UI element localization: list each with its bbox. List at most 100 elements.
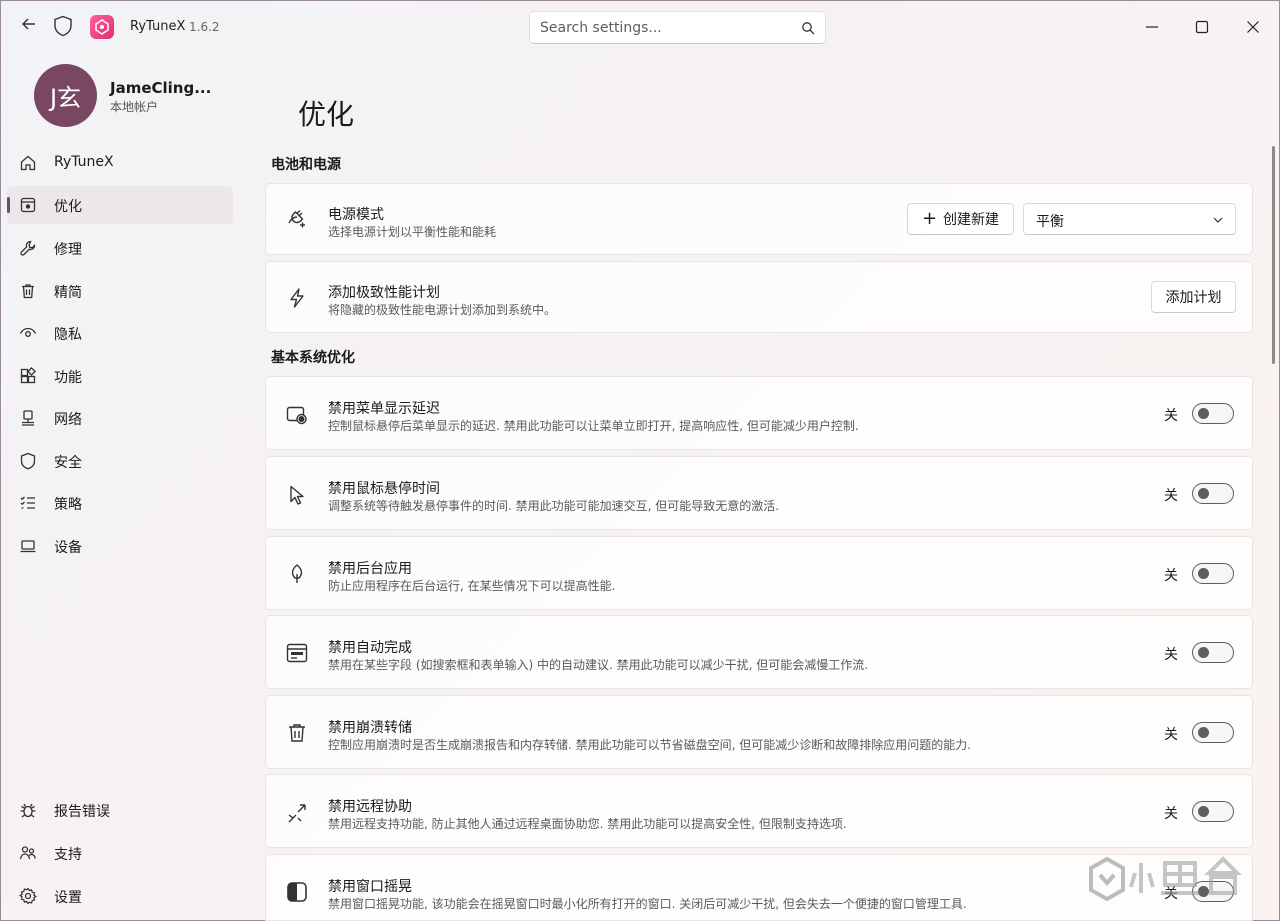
- scrollbar[interactable]: [1272, 146, 1275, 364]
- sidebar-item-label: 安全: [54, 455, 82, 471]
- sidebar-item-rytunex[interactable]: RyTuneX: [7, 144, 233, 182]
- toggle-switch[interactable]: [1192, 563, 1234, 584]
- minimize-icon[interactable]: [1138, 13, 1166, 41]
- leaf-icon: [291, 564, 303, 583]
- trash-icon: [22, 284, 34, 299]
- card-description: 控制应用崩溃时是否生成崩溃报告和内存转储. 禁用此功能可以节省磁盘空间, 但可能…: [328, 738, 972, 752]
- power-plug-icon: [288, 210, 305, 228]
- sidebar-item-report-bug[interactable]: 报告错误: [7, 791, 233, 829]
- sidebar-item-label: 设置: [54, 890, 82, 906]
- sidebar-item-settings[interactable]: 设置: [7, 877, 233, 915]
- toggle-knob: [1198, 727, 1209, 738]
- network-icon: [22, 410, 34, 426]
- sidebar-item-label: 报告错误: [54, 804, 110, 820]
- search-icon[interactable]: [801, 21, 815, 35]
- sidebar-item-label: 隐私: [54, 327, 82, 343]
- toggle-card-background-apps: 禁用后台应用 防止应用程序在后台运行, 在某些情况下可以提高性能. 关: [265, 536, 1253, 610]
- sidebar-item-label: RyTuneX: [54, 154, 114, 170]
- sidebar-item-device[interactable]: 设备: [7, 527, 233, 565]
- card-description: 禁用在某些字段 (如搜索框和表单输入) 中的自动建议. 禁用此功能可以减少干扰,…: [328, 658, 869, 672]
- wrench-icon: [20, 240, 36, 256]
- home-icon: [20, 155, 36, 171]
- shield-icon: [20, 452, 36, 470]
- card-title: 电源模式: [328, 207, 384, 223]
- apps-icon: [20, 367, 36, 384]
- menu-clock-icon: [286, 406, 307, 425]
- sidebar-item-support[interactable]: 支持: [7, 834, 233, 872]
- shield-icon[interactable]: [53, 15, 75, 39]
- app-name: RyTuneX: [130, 19, 186, 34]
- card-title: 禁用后台应用: [328, 561, 412, 577]
- watermark-logo-icon: [1089, 856, 1242, 902]
- toggle-card-hover-time: 禁用鼠标悬停时间 调整系统等待触发悬停事件的时间. 禁用此功能可能加速交互, 但…: [265, 456, 1253, 530]
- card-description: 选择电源计划以平衡性能和能耗: [328, 225, 497, 239]
- maximize-icon[interactable]: [1188, 13, 1216, 41]
- sidebar-item-label: 网络: [54, 412, 82, 428]
- account-type: 本地帐户: [110, 100, 159, 114]
- title-bar: RyTuneX 1.6.2: [1, 1, 1279, 53]
- sidebar: J玄 JameCling... 本地帐户 RyTuneX 优化 修理 精简 隐私…: [1, 53, 241, 921]
- toggle-switch[interactable]: [1192, 642, 1234, 663]
- power-plan-select[interactable]: 平衡: [1023, 203, 1236, 235]
- sidebar-item-network[interactable]: 网络: [7, 399, 233, 437]
- toggle-knob: [1198, 806, 1209, 817]
- power-mode-card: 电源模式 选择电源计划以平衡性能和能耗 + 创建新建 平衡: [265, 183, 1253, 255]
- ultimate-plan-card: 添加极致性能计划 将隐藏的极致性能电源计划添加到系统中。 添加计划: [265, 261, 1253, 333]
- back-arrow-icon[interactable]: [17, 15, 41, 39]
- sidebar-item-repair[interactable]: 修理: [7, 229, 233, 267]
- sidebar-item-policies[interactable]: 策略: [7, 484, 233, 522]
- sidebar-item-label: 优化: [54, 199, 82, 215]
- toggle-state-label: 关: [1164, 408, 1178, 424]
- list-icon: [20, 496, 35, 509]
- toggle-card-crash-dump: 禁用崩溃转储 控制应用崩溃时是否生成崩溃报告和内存转储. 禁用此功能可以节省磁盘…: [265, 695, 1253, 769]
- sidebar-item-privacy[interactable]: 隐私: [7, 314, 233, 352]
- search-input[interactable]: [540, 18, 790, 38]
- laptop-icon: [20, 540, 36, 553]
- sidebar-item-label: 精简: [54, 285, 82, 301]
- create-new-button[interactable]: + 创建新建: [907, 203, 1014, 235]
- card-description: 禁用窗口摇晃功能, 该功能会在摇晃窗口时最小化所有打开的窗口. 关闭后可减少干扰…: [328, 897, 967, 911]
- optimize-icon: [20, 197, 36, 213]
- user-name: JameCling...: [110, 79, 212, 97]
- sidebar-item-debloat[interactable]: 精简: [7, 272, 233, 310]
- plus-icon: +: [921, 208, 938, 229]
- toggle-card-autocomplete: 禁用自动完成 禁用在某些字段 (如搜索框和表单输入) 中的自动建议. 禁用此功能…: [265, 615, 1253, 689]
- toggle-switch[interactable]: [1192, 801, 1234, 822]
- card-description: 防止应用程序在后台运行, 在某些情况下可以提高性能.: [328, 579, 616, 593]
- toggle-state-label: 关: [1164, 806, 1178, 822]
- sidebar-item-label: 修理: [54, 242, 82, 258]
- chevron-down-icon: [1213, 217, 1223, 223]
- page-title: 优化: [298, 98, 355, 131]
- sidebar-item-label: 功能: [54, 370, 82, 386]
- card-title: 禁用窗口摇晃: [328, 879, 412, 895]
- people-icon: [19, 846, 36, 860]
- card-title: 添加极致性能计划: [328, 285, 440, 301]
- section-title-battery-power: 电池和电源: [271, 157, 341, 173]
- toggle-switch[interactable]: [1192, 403, 1234, 424]
- toggle-knob: [1198, 488, 1209, 499]
- card-description: 禁用远程支持功能, 防止其他人通过远程桌面协助您. 禁用此功能可以提高安全性, …: [328, 817, 847, 831]
- sidebar-item-optimize[interactable]: 优化: [7, 186, 233, 224]
- toggle-state-label: 关: [1164, 568, 1178, 584]
- sidebar-item-label: 设备: [54, 540, 82, 556]
- bug-icon: [20, 803, 36, 818]
- card-description: 将隐藏的极致性能电源计划添加到系统中。: [328, 303, 557, 317]
- sidebar-item-label: 策略: [54, 497, 82, 513]
- section-title-basic-optimization: 基本系统优化: [271, 350, 355, 366]
- toggle-card-remote-assist: 禁用远程协助 禁用远程支持功能, 防止其他人通过远程桌面协助您. 禁用此功能可以…: [265, 774, 1253, 848]
- eye-icon: [19, 327, 37, 337]
- sidebar-item-security[interactable]: 安全: [7, 442, 233, 480]
- close-icon[interactable]: [1239, 13, 1267, 41]
- toggle-knob: [1198, 408, 1209, 419]
- add-plan-button[interactable]: 添加计划: [1151, 281, 1236, 313]
- toggle-switch[interactable]: [1192, 722, 1234, 743]
- sidebar-item-features[interactable]: 功能: [7, 357, 233, 395]
- search-box[interactable]: [529, 11, 826, 44]
- form-icon: [286, 643, 308, 663]
- toggle-switch[interactable]: [1192, 483, 1234, 504]
- toggle-state-label: 关: [1164, 727, 1178, 743]
- sidebar-item-label: 支持: [54, 847, 82, 863]
- avatar[interactable]: J玄: [34, 64, 97, 127]
- toggle-card-menu-delay: 禁用菜单显示延迟 控制鼠标悬停后菜单显示的延迟. 禁用此功能可以让菜单立即打开,…: [265, 376, 1253, 450]
- toggle-knob: [1198, 568, 1209, 579]
